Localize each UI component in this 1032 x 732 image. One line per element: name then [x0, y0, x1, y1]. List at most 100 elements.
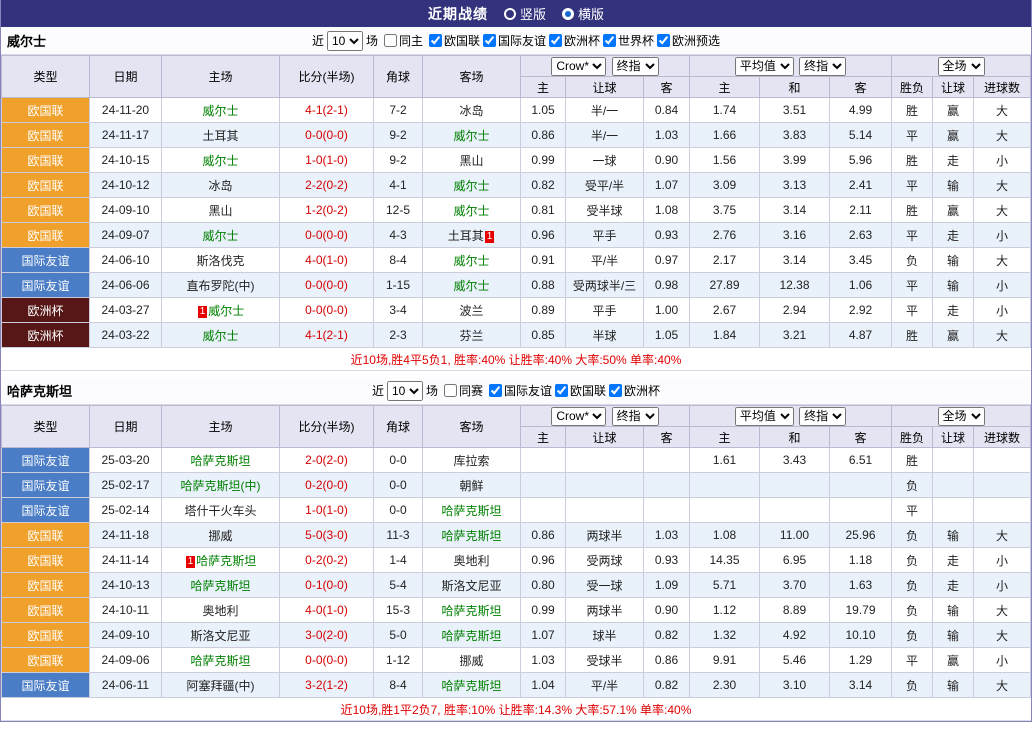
- away-team-name[interactable]: 威尔士: [453, 129, 489, 143]
- col-header-date: 日期: [90, 56, 162, 98]
- away-team-name[interactable]: 挪威: [459, 654, 483, 668]
- competition-checkbox[interactable]: [603, 34, 616, 47]
- home-team-name[interactable]: 塔什干火车头: [184, 504, 256, 518]
- away-team-name[interactable]: 威尔士: [453, 179, 489, 193]
- home-team-name[interactable]: 奥地利: [202, 604, 238, 618]
- final-odds-select[interactable]: 终指: [612, 57, 659, 76]
- cell-competition-type: 欧国联: [2, 573, 90, 598]
- away-team-name[interactable]: 斯洛文尼亚: [441, 579, 501, 593]
- home-team-name[interactable]: 哈萨克斯坦(中): [181, 479, 261, 493]
- average-select[interactable]: 平均值: [735, 407, 794, 426]
- final-odds-select[interactable]: 终指: [799, 57, 846, 76]
- home-team-name[interactable]: 威尔士: [208, 304, 244, 318]
- away-team-name[interactable]: 朝鲜: [459, 479, 483, 493]
- competition-filter[interactable]: 国际友谊: [486, 382, 552, 399]
- away-team-name[interactable]: 土耳其: [448, 229, 484, 243]
- competition-checkbox[interactable]: [429, 34, 442, 47]
- cell-away-team: 威尔士: [423, 123, 521, 148]
- home-team-name[interactable]: 土耳其: [202, 129, 238, 143]
- same-checkbox[interactable]: [444, 384, 457, 397]
- scope-select[interactable]: 全场: [938, 57, 985, 76]
- same-filter[interactable]: 同主: [381, 32, 423, 49]
- cell-europe-odds-home: 1.08: [690, 523, 760, 548]
- cell-europe-odds-home: 2.17: [690, 248, 760, 273]
- radio-vertical-icon[interactable]: [504, 8, 516, 20]
- competition-filter[interactable]: 国际友谊: [480, 32, 546, 49]
- cell-date: 24-03-22: [90, 323, 162, 348]
- radio-horizontal-icon[interactable]: [562, 8, 574, 20]
- home-team-name[interactable]: 威尔士: [202, 154, 238, 168]
- away-team-name[interactable]: 威尔士: [453, 254, 489, 268]
- layout-option-horizontal[interactable]: 横版: [562, 4, 604, 23]
- competition-checkbox[interactable]: [555, 384, 568, 397]
- away-team-name[interactable]: 哈萨克斯坦: [441, 604, 501, 618]
- away-team-name[interactable]: 哈萨克斯坦: [441, 504, 501, 518]
- match-count-select[interactable]: 10: [327, 31, 363, 51]
- away-team-name[interactable]: 库拉索: [453, 454, 489, 468]
- home-team-name[interactable]: 冰岛: [208, 179, 232, 193]
- match-row: 欧国联24-10-13哈萨克斯坦0-1(0-0)5-4斯洛文尼亚0.80受一球1…: [2, 573, 1031, 598]
- section-header: 威尔士 近 10 场 同主 欧国联国际友谊欧洲杯世界杯欧洲预选: [1, 27, 1031, 55]
- cell-europe-odds-home: 3.09: [690, 173, 760, 198]
- cell-score: 4-0(1-0): [280, 248, 374, 273]
- final-odds-select[interactable]: 终指: [612, 407, 659, 426]
- home-team-name[interactable]: 威尔士: [202, 229, 238, 243]
- away-team-name[interactable]: 奥地利: [453, 554, 489, 568]
- away-team-name[interactable]: 波兰: [459, 304, 483, 318]
- home-team-name[interactable]: 威尔士: [202, 329, 238, 343]
- cell-away-team: 土耳其1: [423, 223, 521, 248]
- home-team-name[interactable]: 哈萨克斯坦: [190, 654, 250, 668]
- home-team-name[interactable]: 挪威: [208, 529, 232, 543]
- competition-filter[interactable]: 欧国联: [426, 32, 480, 49]
- competition-checkbox[interactable]: [609, 384, 622, 397]
- scope-group-header: 全场: [892, 56, 1031, 77]
- home-team-name[interactable]: 直布罗陀(中): [187, 279, 255, 293]
- competition-checkbox[interactable]: [489, 384, 502, 397]
- away-team-name[interactable]: 芬兰: [459, 329, 483, 343]
- match-count-select[interactable]: 10: [387, 381, 423, 401]
- away-team-name[interactable]: 威尔士: [453, 279, 489, 293]
- away-team-name[interactable]: 哈萨克斯坦: [441, 679, 501, 693]
- cell-handicap-result: 输: [933, 523, 974, 548]
- cell-corner: 5-4: [374, 573, 423, 598]
- average-select[interactable]: 平均值: [735, 57, 794, 76]
- home-team-name[interactable]: 哈萨克斯坦: [190, 579, 250, 593]
- away-team-name[interactable]: 黑山: [459, 154, 483, 168]
- competition-filter[interactable]: 欧洲预选: [654, 32, 720, 49]
- home-team-name[interactable]: 威尔士: [202, 104, 238, 118]
- same-filter[interactable]: 同赛: [441, 382, 483, 399]
- final-odds-select[interactable]: 终指: [799, 407, 846, 426]
- same-checkbox[interactable]: [384, 34, 397, 47]
- home-team-name[interactable]: 哈萨克斯坦: [196, 554, 256, 568]
- competition-checkbox[interactable]: [657, 34, 670, 47]
- away-team-name[interactable]: 哈萨克斯坦: [441, 629, 501, 643]
- cell-score: 1-0(1-0): [280, 148, 374, 173]
- match-row: 欧国联24-10-11奥地利4-0(1-0)15-3哈萨克斯坦0.99两球半0.…: [2, 598, 1031, 623]
- cell-date: 25-02-17: [90, 473, 162, 498]
- away-team-name[interactable]: 哈萨克斯坦: [441, 529, 501, 543]
- competition-checkbox[interactable]: [483, 34, 496, 47]
- bookmaker-select[interactable]: Crow*: [551, 407, 606, 426]
- away-team-name[interactable]: 威尔士: [453, 204, 489, 218]
- home-team-name[interactable]: 黑山: [208, 204, 232, 218]
- competition-filter[interactable]: 欧国联: [552, 382, 606, 399]
- away-team-name[interactable]: 冰岛: [459, 104, 483, 118]
- cell-corner: 9-2: [374, 148, 423, 173]
- home-team-name[interactable]: 阿塞拜疆(中): [187, 679, 255, 693]
- scope-select[interactable]: 全场: [938, 407, 985, 426]
- match-row: 欧洲杯24-03-22威尔士4-1(2-1)2-3芬兰0.85半球1.051.8…: [2, 323, 1031, 348]
- competition-checkbox[interactable]: [549, 34, 562, 47]
- home-team-name[interactable]: 哈萨克斯坦: [190, 454, 250, 468]
- home-team-name[interactable]: 斯洛伐克: [196, 254, 244, 268]
- cell-europe-odds-away: 1.63: [830, 573, 892, 598]
- home-team-name[interactable]: 斯洛文尼亚: [190, 629, 250, 643]
- competition-filter[interactable]: 欧洲杯: [606, 382, 660, 399]
- layout-option-vertical[interactable]: 竖版: [504, 4, 546, 23]
- cell-date: 24-11-20: [90, 98, 162, 123]
- scope-group-header: 全场: [892, 406, 1031, 427]
- bookmaker-select[interactable]: Crow*: [551, 57, 606, 76]
- competition-filter[interactable]: 欧洲杯: [546, 32, 600, 49]
- cell-handicap-odds-away: 0.82: [644, 673, 690, 698]
- competition-filter[interactable]: 世界杯: [600, 32, 654, 49]
- cell-handicap-odds-home: 0.96: [521, 223, 566, 248]
